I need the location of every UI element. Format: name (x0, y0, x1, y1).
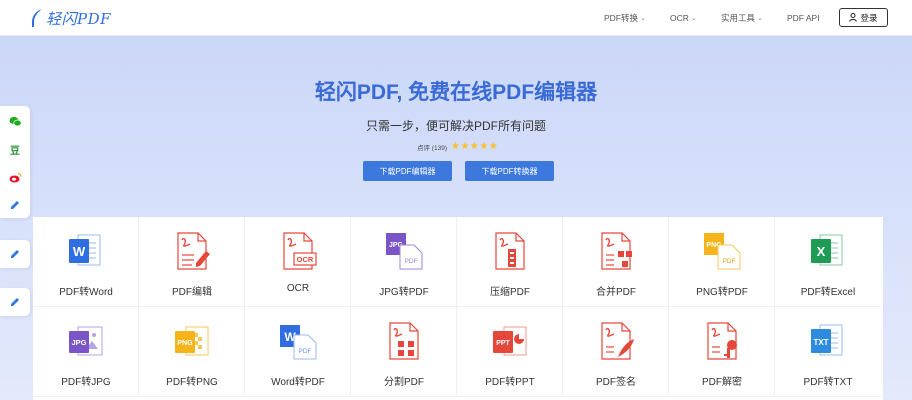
svg-text:TXT: TXT (813, 338, 828, 347)
tool-pdf-to-excel[interactable]: X PDF转Excel (775, 217, 881, 307)
star-icon: ★ (488, 141, 498, 152)
tool-compress-pdf[interactable]: 压缩PDF (457, 217, 563, 307)
merge-pdf-icon (601, 232, 632, 270)
login-label: 登录 (860, 12, 878, 23)
svg-text:PDF: PDF (405, 258, 418, 265)
nav-label: PDF转换 (604, 13, 639, 23)
page-title: 轻闪PDF, 免费在线PDF编辑器 (314, 81, 598, 104)
tool-label: PDF转JPG (61, 377, 111, 388)
png-icon: PNG (175, 326, 209, 356)
svg-text:JPG: JPG (71, 338, 86, 347)
tool-word-to-pdf[interactable]: W PDF Word转PDF (245, 307, 351, 397)
tool-label: PNG转PDF (696, 287, 748, 298)
site-logo[interactable]: 轻闪PDF (30, 6, 111, 30)
txt-icon: TXT (811, 324, 843, 356)
douban-icon[interactable]: 豆 (8, 142, 22, 157)
tool-label: PDF转PPT (485, 377, 535, 388)
star-icon: ★ (460, 141, 470, 152)
star-icon: ★ (479, 141, 489, 152)
edit-icon[interactable] (8, 198, 22, 212)
tool-label: PDF转Excel (800, 287, 856, 298)
float-button[interactable] (0, 240, 30, 268)
pdf-edit-icon (177, 232, 210, 270)
tool-label: 合并PDF (596, 287, 636, 298)
logo-text: 轻闪PDF (46, 9, 112, 28)
page-subtitle: 只需一步，便可解决PDF所有问题 (365, 119, 546, 133)
star-icon: ★ (469, 141, 479, 152)
tool-sign-pdf[interactable]: PDF签名 (563, 307, 669, 397)
nav-tools[interactable]: 实用工具 ⌄ (721, 0, 763, 36)
tool-split-pdf[interactable]: 分割PDF (351, 307, 457, 397)
tool-pdf-edit[interactable]: PDF编辑 (139, 217, 245, 307)
decrypt-pdf-icon (707, 322, 737, 360)
svg-text:PNG: PNG (177, 340, 193, 347)
tools-grid: W PDF转Word PDF编辑 OCR OCR JPG PDF JPG转PDF… (33, 217, 883, 400)
nav-pdf-api[interactable]: PDF API (787, 0, 820, 36)
tool-jpg-to-pdf[interactable]: JPG PDF JPG转PDF (351, 217, 457, 307)
tool-pdf-to-ppt[interactable]: PPT PDF转PPT (457, 307, 563, 397)
ppt-icon: PPT (493, 326, 527, 356)
rating: 点评 (139) ★ ★ ★ ★ ★ (417, 142, 498, 153)
login-button[interactable]: 登录 (839, 8, 888, 27)
tool-label: OCR (286, 283, 310, 294)
word-to-pdf-icon: W PDF (280, 325, 317, 360)
edit-icon (8, 295, 22, 309)
tool-pdf-to-txt[interactable]: TXT PDF转TXT (775, 307, 881, 397)
nav-pdf-convert[interactable]: PDF转换 ⌄ (604, 0, 646, 36)
jpg-icon: JPG (69, 326, 103, 356)
tool-label: 分割PDF (384, 377, 424, 388)
tool-png-to-pdf[interactable]: PNG PDF PNG转PDF (669, 217, 775, 307)
svg-text:PPT: PPT (496, 340, 510, 347)
chevron-down-icon: ⌄ (757, 15, 763, 22)
png-to-pdf-icon: PNG PDF (704, 233, 741, 270)
svg-text:PDF: PDF (723, 258, 736, 265)
wechat-icon[interactable] (8, 114, 22, 128)
svg-text:W: W (73, 244, 86, 259)
compress-pdf-icon (495, 232, 525, 270)
tool-label: Word转PDF (271, 377, 325, 388)
download-editor-button[interactable]: 下载PDF编辑器 (363, 161, 452, 181)
tool-label: PDF转TXT (803, 377, 853, 388)
tool-merge-pdf[interactable]: 合并PDF (563, 217, 669, 307)
rating-stars: ★ ★ ★ ★ ★ (451, 142, 498, 152)
split-pdf-icon (389, 322, 419, 360)
svg-text:X: X (817, 244, 826, 259)
edit-icon (8, 247, 22, 261)
svg-text:PDF: PDF (299, 348, 312, 355)
top-header: 轻闪PDF PDF转换 ⌄ OCR ⌄ 实用工具 ⌄ PDF API 登录 (0, 0, 912, 36)
float-button[interactable] (0, 288, 30, 316)
tool-label: PDF转PNG (166, 377, 218, 388)
svg-text:OCR: OCR (297, 255, 314, 264)
jpg-to-pdf-icon: JPG PDF (386, 233, 423, 270)
tool-pdf-to-png[interactable]: PNG PDF转PNG (139, 307, 245, 397)
share-sidebar: 豆 (0, 106, 30, 218)
excel-icon: X (811, 234, 843, 266)
nav-label: PDF API (787, 13, 820, 23)
tool-label: JPG转PDF (379, 287, 429, 298)
sign-pdf-icon (601, 322, 634, 360)
weibo-icon[interactable] (8, 170, 22, 184)
tool-label: PDF转Word (59, 287, 113, 298)
tool-label: PDF签名 (596, 377, 636, 388)
ocr-icon: OCR (283, 232, 317, 270)
word-icon: W (69, 234, 101, 266)
feather-logo-icon (32, 8, 43, 27)
tool-decrypt-pdf[interactable]: PDF解密 (669, 307, 775, 397)
tool-label: PDF解密 (702, 377, 742, 388)
tool-label: PDF编辑 (172, 287, 212, 298)
tool-pdf-to-jpg[interactable]: JPG PDF转JPG (33, 307, 139, 397)
tool-pdf-to-word[interactable]: W PDF转Word (33, 217, 139, 307)
user-icon (849, 13, 858, 22)
chevron-down-icon: ⌄ (690, 15, 697, 22)
star-icon: ★ (450, 141, 460, 152)
tool-ocr[interactable]: OCR OCR (245, 217, 351, 307)
download-converter-button[interactable]: 下载PDF转换器 (465, 161, 554, 181)
nav-label: OCR (670, 13, 689, 23)
nav-label: 实用工具 (721, 13, 756, 23)
nav-ocr[interactable]: OCR ⌄ (670, 0, 697, 36)
tool-label: 压缩PDF (490, 287, 530, 298)
chevron-down-icon: ⌄ (640, 15, 646, 22)
rating-text: 点评 (139) (417, 145, 447, 152)
